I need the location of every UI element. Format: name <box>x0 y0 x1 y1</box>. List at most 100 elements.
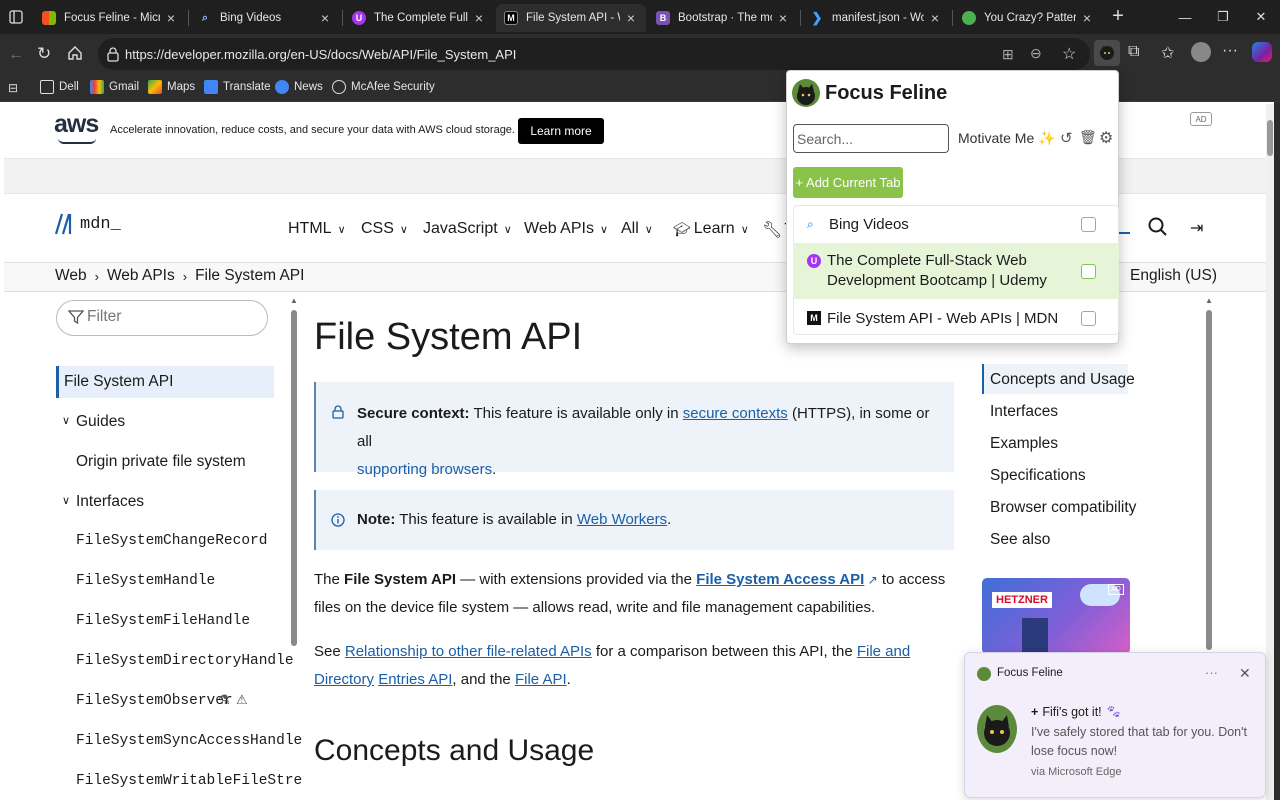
saved-tab-item-highlighted[interactable]: U The Complete Full-Stack Web Developmen… <box>793 243 1119 299</box>
page-scrollbar[interactable] <box>1266 104 1274 800</box>
saved-tab-checkbox[interactable] <box>1081 264 1096 279</box>
lock-icon[interactable] <box>106 46 120 62</box>
saved-tab-item[interactable]: ⌕ Bing Videos <box>793 206 1119 242</box>
section-heading: Concepts and Usage <box>314 734 595 767</box>
nav-web-apis[interactable]: Web APIs ∨ <box>524 220 608 238</box>
restore-icon[interactable]: ❐ <box>1204 0 1242 34</box>
home-icon[interactable] <box>66 44 84 62</box>
sidebar-item-observer[interactable]: FileSystemObserver <box>76 693 233 709</box>
file-api-link[interactable]: File API <box>515 671 567 688</box>
saved-tab-checkbox[interactable] <box>1081 217 1096 232</box>
close-icon[interactable]: × <box>776 10 790 26</box>
sidebar-item-writablefilestream[interactable]: FileSystemWritableFileStre <box>76 773 302 789</box>
settings-gear-icon[interactable]: ⚙ <box>1099 128 1113 148</box>
close-icon[interactable]: ✕ <box>1239 665 1251 682</box>
collections-icon[interactable]: ⊟ <box>8 81 18 95</box>
bookmark-label: McAfee Security <box>351 81 435 93</box>
sidebar-item-opfs[interactable]: Origin private file system <box>76 453 246 471</box>
sidebar-item-handle[interactable]: FileSystemHandle <box>76 573 215 589</box>
focus-feline-extension-icon[interactable] <box>1094 40 1120 66</box>
tab-you-crazy[interactable]: You Crazy? Patterns wi × <box>954 4 1102 32</box>
saved-tab-item[interactable]: M File System API - Web APIs | MDN <box>793 300 1119 336</box>
close-icon[interactable]: × <box>472 10 486 26</box>
file-system-access-api-link[interactable]: File System Access API <box>696 571 864 588</box>
more-icon[interactable]: ··· <box>1222 42 1238 60</box>
tab-bing-videos[interactable]: ⌕ Bing Videos × <box>190 4 340 32</box>
add-current-tab-button[interactable]: + Add Current Tab <box>793 167 903 198</box>
sidebar-item-syncaccesshandle[interactable]: FileSystemSyncAccessHandle <box>76 733 302 749</box>
close-icon[interactable]: × <box>1080 10 1094 26</box>
tab-title: manifest.json - Worksp <box>832 12 924 24</box>
sidebar-scrollbar[interactable]: ▲ <box>290 296 298 800</box>
bookmark-gmail[interactable]: Gmail <box>90 80 139 94</box>
supporting-browsers-link[interactable]: supporting browsers <box>357 461 492 478</box>
new-tab-icon[interactable]: + <box>1108 6 1128 26</box>
bookmark-mcafee[interactable]: McAfee Security <box>332 80 435 94</box>
app-available-icon[interactable]: ⊞ <box>1002 46 1014 63</box>
sidebar-group-guides[interactable]: Guides <box>76 413 125 431</box>
back-icon[interactable]: ← <box>8 46 24 64</box>
toc-examples[interactable]: Examples <box>990 435 1058 453</box>
mdn-logo[interactable]: mdn_ <box>54 212 121 236</box>
profile-avatar[interactable] <box>1191 42 1211 62</box>
tab-actions-icon[interactable] <box>8 9 24 25</box>
favorites-icon[interactable]: ✩ <box>1161 43 1174 63</box>
nav-css[interactable]: CSS ∨ <box>361 220 408 238</box>
close-icon[interactable]: × <box>928 10 942 26</box>
window-close-icon[interactable]: ✕ <box>1242 0 1280 34</box>
notification-toast[interactable]: Focus Feline ··· ✕ + Fifi's got it! 🐾︎ I… <box>964 652 1266 798</box>
motivate-me-button[interactable]: Motivate Me ✨ <box>958 130 1056 147</box>
more-options-icon[interactable]: ··· <box>1205 665 1218 680</box>
close-icon[interactable]: × <box>318 10 332 26</box>
tab-mdn-active[interactable]: M File System API - Web × <box>496 4 646 32</box>
minimize-icon[interactable]: — <box>1166 0 1204 34</box>
favorite-star-icon[interactable]: ☆ <box>1062 44 1076 64</box>
tab-bootstrap[interactable]: B Bootstrap · The most p × <box>648 4 798 32</box>
bookmark-dell[interactable]: Dell <box>40 80 79 94</box>
nav-javascript[interactable]: JavaScript ∨ <box>423 220 512 238</box>
reading-view-icon[interactable]: ⊖ <box>1030 45 1042 62</box>
toc-concepts[interactable]: Concepts and Usage <box>990 371 1135 389</box>
tab-focus-feline[interactable]: Focus Feline - Microsoft × <box>34 4 186 32</box>
trash-icon[interactable]: 🗑︎ <box>1079 129 1097 146</box>
sidebar-group-interfaces[interactable]: Interfaces <box>76 493 144 511</box>
tab-udemy[interactable]: U The Complete Full-Stack × <box>344 4 494 32</box>
bookmark-maps[interactable]: Maps <box>148 80 195 94</box>
nav-learn[interactable]: 🎓︎ Learn ∨ <box>673 220 749 238</box>
extensions-icon[interactable]: ⧉ <box>1128 43 1139 61</box>
hetzner-ad[interactable]: HETZNER AD <box>982 578 1130 654</box>
saved-tab-checkbox[interactable] <box>1081 311 1096 326</box>
sidebar-item-changerecord[interactable]: FileSystemChangeRecord <box>76 533 267 549</box>
search-icon[interactable] <box>1148 217 1168 237</box>
chevron-down-icon[interactable]: ∨ <box>62 414 70 427</box>
entries-api-link[interactable]: Entries API <box>378 671 452 688</box>
bookmark-translate[interactable]: Translate <box>204 80 271 94</box>
tab-vscode[interactable]: ❯ manifest.json - Worksp × <box>802 4 950 32</box>
breadcrumb-web[interactable]: Web <box>55 267 87 285</box>
copilot-icon[interactable] <box>1252 42 1272 62</box>
chevron-down-icon[interactable]: ∨ <box>62 494 70 507</box>
toc-browser-compat[interactable]: Browser compatibility <box>990 499 1136 517</box>
sidebar-item-directoryhandle[interactable]: FileSystemDirectoryHandle <box>76 653 294 669</box>
secure-contexts-link[interactable]: secure contexts <box>683 405 788 422</box>
toc-see-also[interactable]: See also <box>990 531 1050 549</box>
nav-html[interactable]: HTML ∨ <box>288 220 346 238</box>
sidebar-item-file-system-api[interactable]: File System API <box>64 373 173 391</box>
login-icon[interactable]: ⇥ <box>1190 218 1203 238</box>
web-workers-link[interactable]: Web Workers <box>577 511 667 528</box>
toc-interfaces[interactable]: Interfaces <box>990 403 1058 421</box>
toc-specifications[interactable]: Specifications <box>990 467 1086 485</box>
aws-logo[interactable]: aws <box>54 110 99 139</box>
relationship-link[interactable]: Relationship to other file-related APIs <box>345 643 592 660</box>
refresh-icon[interactable]: ↺ <box>1060 129 1073 147</box>
sidebar-item-filehandle[interactable]: FileSystemFileHandle <box>76 613 250 629</box>
close-icon[interactable]: × <box>624 10 638 26</box>
language-selector[interactable]: English (US) <box>1130 267 1217 285</box>
close-icon[interactable]: × <box>164 10 178 26</box>
breadcrumb-web-apis[interactable]: Web APIs <box>107 267 175 285</box>
learn-more-button[interactable]: Learn more <box>518 118 604 144</box>
bookmark-news[interactable]: News <box>275 80 323 94</box>
nav-all[interactable]: All ∨ <box>621 220 653 238</box>
refresh-icon[interactable]: ↻ <box>37 44 51 64</box>
toc-scrollbar[interactable]: ▲ <box>1205 296 1213 652</box>
